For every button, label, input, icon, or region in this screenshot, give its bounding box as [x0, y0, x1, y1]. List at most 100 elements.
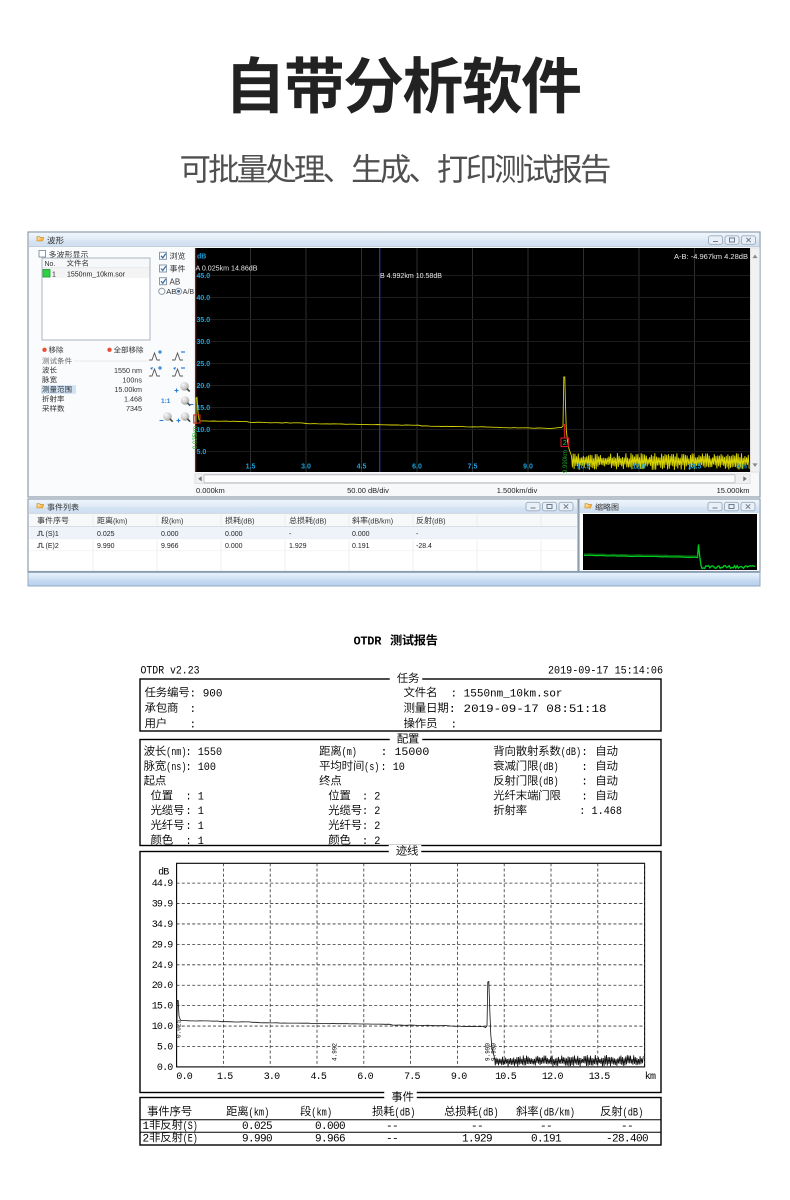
svg-text:0.000: 0.000 — [161, 531, 179, 538]
svg-text:: 1550: : 1550 — [186, 747, 223, 759]
svg-text:(km): (km) — [113, 516, 127, 525]
svg-text::: : — [581, 762, 588, 774]
svg-text:: 1: : 1 — [186, 821, 205, 833]
svg-text:0.000: 0.000 — [352, 531, 370, 538]
svg-text:1550nm_10km.sor: 1550nm_10km.sor — [67, 271, 126, 278]
svg-text:1:1: 1:1 — [161, 398, 171, 405]
svg-text:0.191: 0.191 — [352, 543, 370, 550]
svg-text:12.0: 12.0 — [542, 1072, 564, 1083]
svg-text:7345: 7345 — [126, 404, 142, 413]
svg-text:2: 2 — [143, 1133, 149, 1145]
svg-text:(km): (km) — [311, 1107, 332, 1119]
svg-text:13.5: 13.5 — [589, 1072, 611, 1083]
svg-text:3.0: 3.0 — [301, 464, 311, 471]
svg-text::: : — [581, 791, 588, 803]
svg-text:No.: No. — [45, 261, 56, 268]
svg-text:50.00 dB/div: 50.00 dB/div — [347, 486, 389, 495]
svg-text:(m): (m) — [342, 747, 357, 759]
svg-text:20.0: 20.0 — [197, 383, 211, 390]
svg-text:AB: AB — [170, 277, 181, 286]
svg-text:15.00km: 15.00km — [114, 385, 142, 394]
svg-text:: 1.468: : 1.468 — [579, 806, 622, 818]
svg-text:(S): (S) — [183, 1121, 198, 1133]
svg-text:(S)1: (S)1 — [46, 531, 59, 538]
svg-text:0.0: 0.0 — [176, 1072, 192, 1083]
svg-text:1.929: 1.929 — [289, 543, 307, 550]
svg-text:(dB): (dB) — [538, 777, 558, 789]
svg-text:--: -- — [386, 1133, 398, 1145]
svg-text:1: 1 — [143, 1121, 150, 1133]
svg-text:0.025: 0.025 — [97, 531, 115, 538]
svg-text:7.5: 7.5 — [404, 1072, 420, 1083]
svg-text:: 1: : 1 — [186, 806, 205, 818]
svg-text:15.0: 15.0 — [152, 1002, 174, 1013]
svg-text:dB: dB — [197, 254, 206, 261]
svg-text:: 1550nm_10km.sor: : 1550nm_10km.sor — [451, 688, 563, 700]
svg-text:B 4.992km 10.58dB: B 4.992km 10.58dB — [380, 271, 442, 280]
svg-text:40.0: 40.0 — [197, 295, 211, 302]
svg-text:5.0: 5.0 — [157, 1042, 173, 1053]
svg-text:(dB): (dB) — [478, 1107, 499, 1119]
svg-text:(dB): (dB) — [623, 1107, 644, 1119]
svg-text:: 15000: : 15000 — [381, 747, 430, 759]
svg-text:10.5: 10.5 — [495, 1072, 517, 1083]
svg-text:45.0: 45.0 — [197, 273, 211, 280]
svg-text:: 900: : 900 — [190, 688, 223, 700]
svg-text:0.000km: 0.000km — [196, 486, 225, 495]
svg-text:km: km — [645, 1071, 656, 1083]
svg-text:(km): (km) — [249, 1107, 270, 1119]
svg-text:29.9: 29.9 — [152, 940, 174, 951]
svg-text:--: -- — [471, 1121, 483, 1133]
svg-text:9.990km: 9.990km — [563, 450, 569, 473]
svg-text:(s): (s) — [364, 762, 379, 774]
svg-text:(ns): (ns) — [166, 762, 186, 774]
svg-text:0.025km: 0.025km — [193, 426, 199, 449]
svg-text:(dB): (dB) — [561, 747, 581, 759]
svg-text:15.000km: 15.000km — [717, 486, 750, 495]
svg-text:4.5: 4.5 — [357, 464, 367, 471]
svg-text:5.0: 5.0 — [197, 449, 207, 456]
svg-text:0.0: 0.0 — [157, 1063, 173, 1074]
svg-text:--: -- — [621, 1121, 633, 1133]
svg-text:12.0: 12.0 — [632, 464, 646, 471]
svg-text:--: -- — [386, 1121, 398, 1133]
svg-text:: 1: : 1 — [186, 836, 205, 848]
svg-text::: : — [190, 704, 197, 716]
svg-text:(nm): (nm) — [166, 747, 186, 759]
svg-text:0.025: 0.025 — [242, 1121, 272, 1133]
svg-text:39.9: 39.9 — [152, 900, 174, 911]
svg-text::: : — [581, 777, 588, 789]
svg-text:0.191: 0.191 — [531, 1133, 562, 1145]
svg-text:35.0: 35.0 — [197, 317, 211, 324]
svg-text:2019-09-17 15:14:06: 2019-09-17 15:14:06 — [548, 666, 663, 678]
svg-text:(dB): (dB) — [432, 516, 446, 525]
svg-text:4.992: 4.992 — [332, 1043, 339, 1061]
svg-text:9.966: 9.966 — [315, 1133, 345, 1145]
svg-text:: 1: : 1 — [186, 791, 205, 803]
svg-text:1: 1 — [52, 271, 56, 278]
svg-text:OTDR: OTDR — [354, 635, 383, 649]
svg-text:6.0: 6.0 — [357, 1072, 373, 1083]
svg-text:1.5: 1.5 — [217, 1072, 233, 1083]
svg-text:0.000: 0.000 — [225, 543, 243, 550]
svg-text:(E)2: (E)2 — [46, 543, 59, 550]
svg-text:(E): (E) — [183, 1133, 198, 1145]
svg-text:9.990: 9.990 — [491, 1043, 498, 1061]
svg-text:km: km — [737, 464, 747, 471]
svg-text:(dB): (dB) — [538, 762, 558, 774]
svg-text:7.5: 7.5 — [468, 464, 478, 471]
svg-text:34.9: 34.9 — [152, 920, 174, 931]
svg-text:1.500km/div: 1.500km/div — [497, 486, 538, 495]
svg-text:(dB): (dB) — [241, 516, 255, 525]
svg-text:(dB): (dB) — [313, 516, 327, 525]
svg-text:9.990: 9.990 — [242, 1133, 272, 1145]
svg-text:0.000: 0.000 — [315, 1121, 345, 1133]
svg-text:(dB/km): (dB/km) — [368, 516, 393, 525]
svg-text:25.0: 25.0 — [197, 361, 211, 368]
svg-text:A 0.025km 14.86dB: A 0.025km 14.86dB — [196, 263, 258, 272]
svg-text:30.0: 30.0 — [197, 339, 211, 346]
svg-text:: 2019-09-17 08:51:18: : 2019-09-17 08:51:18 — [449, 704, 607, 716]
svg-text::: : — [581, 747, 588, 759]
svg-text:1.929: 1.929 — [462, 1133, 492, 1145]
svg-text:: 2: : 2 — [362, 836, 380, 848]
